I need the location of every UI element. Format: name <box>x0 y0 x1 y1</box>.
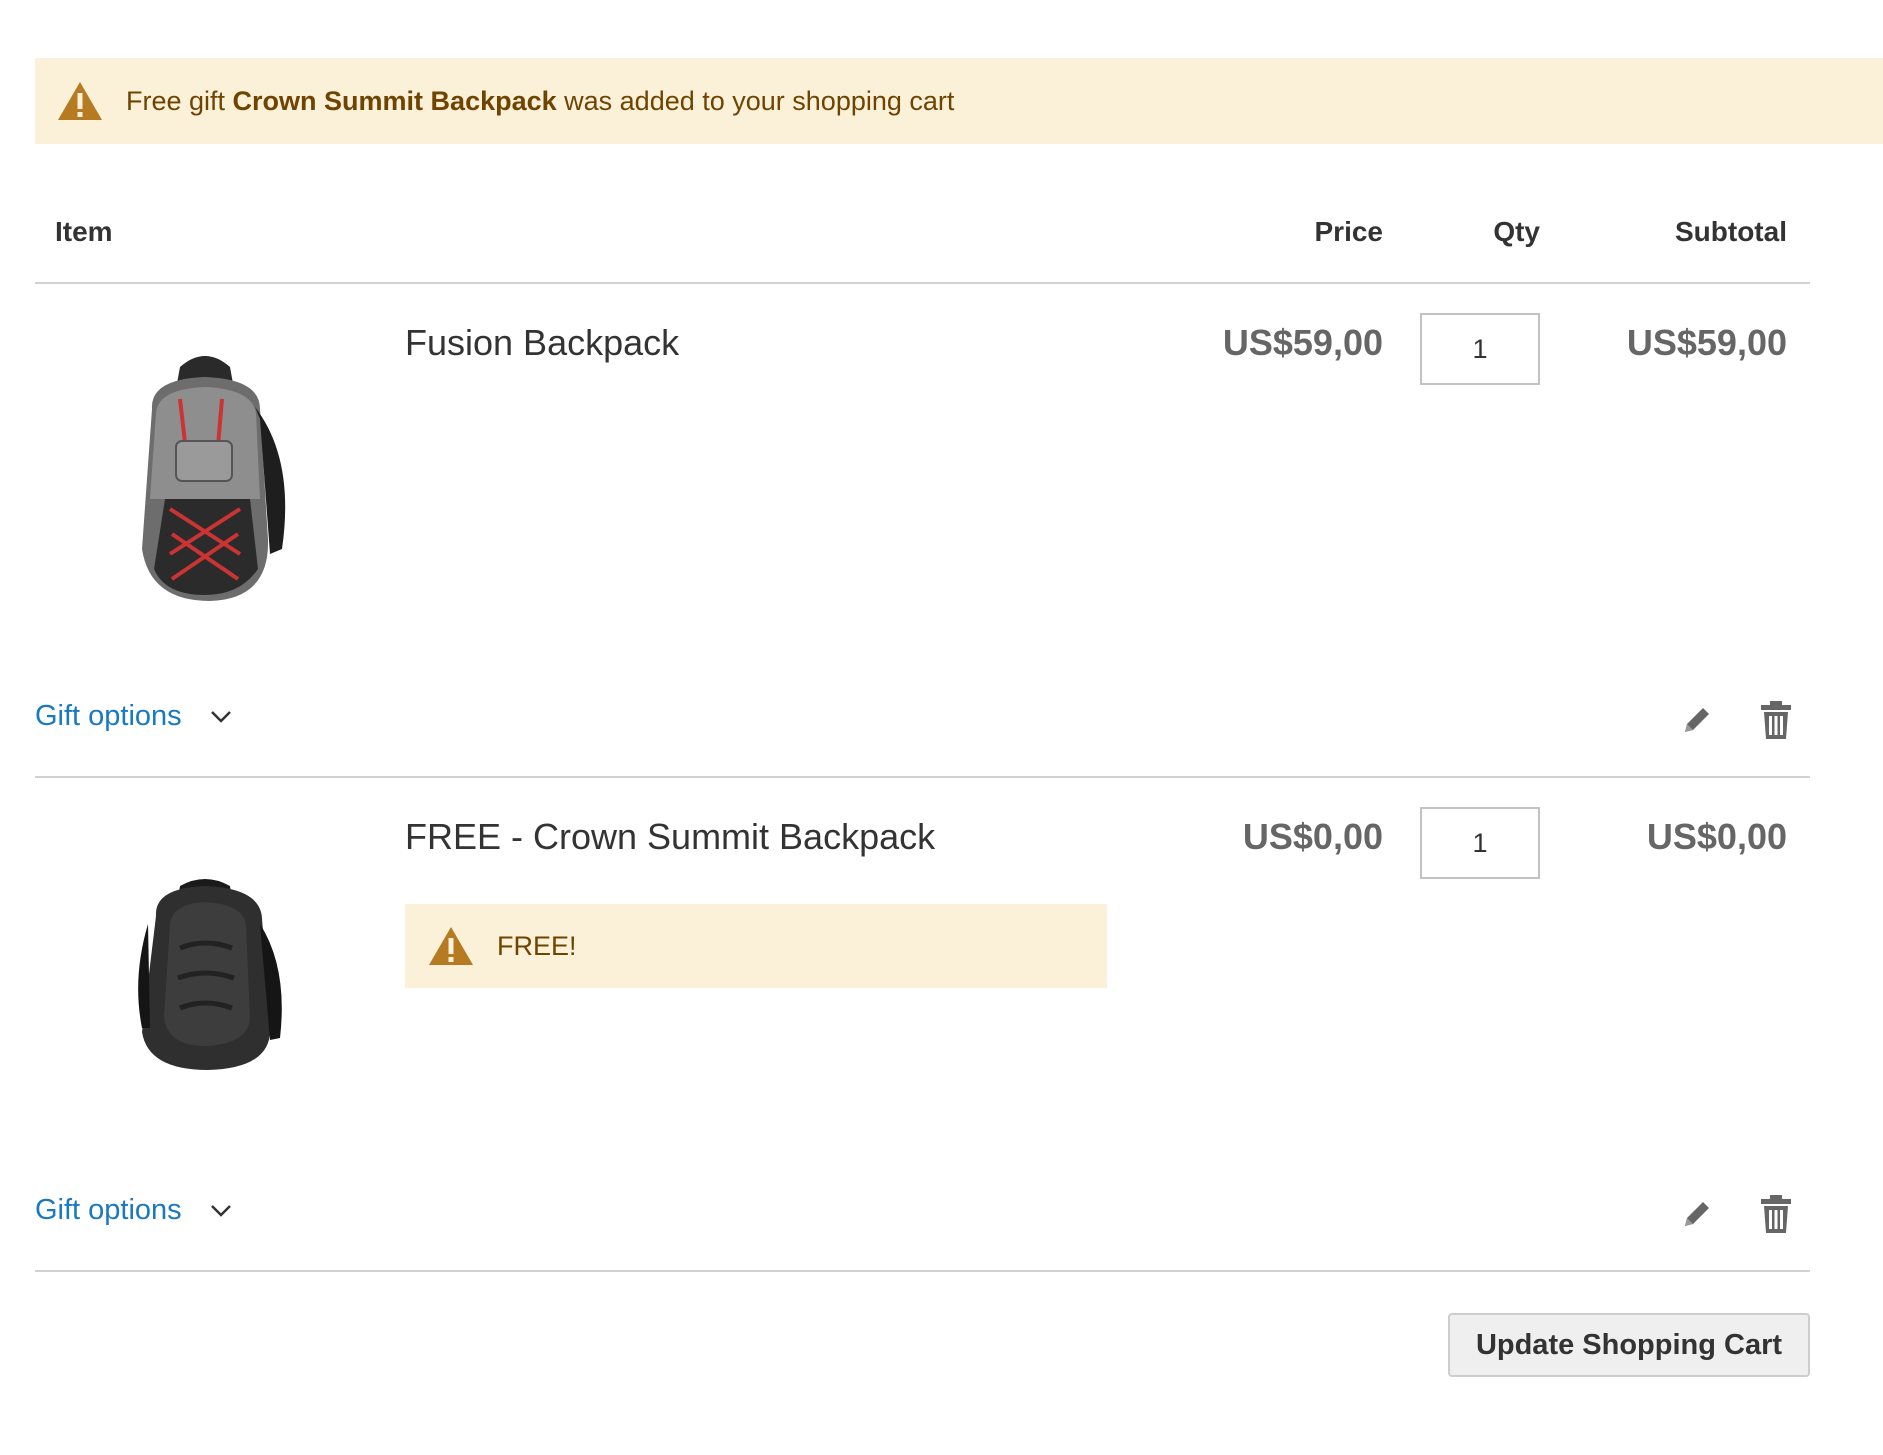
qty-input[interactable] <box>1420 313 1540 385</box>
cart-item-row: FREE - Crown Summit Backpack US$0,00 US$… <box>35 778 1810 1272</box>
gift-options-label: Gift options <box>35 1194 182 1226</box>
product-name[interactable]: Fusion Backpack <box>405 322 679 364</box>
edit-pencil-icon[interactable] <box>1679 702 1715 738</box>
cart-item-row: Fusion Backpack US$59,00 US$59,00 Gift o… <box>35 284 1810 778</box>
header-item: Item <box>55 216 113 247</box>
notice-product-name: Crown Summit Backpack <box>232 85 557 116</box>
item-actions: Gift options <box>35 1186 1810 1246</box>
free-item-message: FREE! <box>497 930 577 961</box>
product-image[interactable] <box>85 808 325 1138</box>
free-gift-notice: Free gift Crown Summit Backpack was adde… <box>35 58 1883 144</box>
warning-icon <box>429 927 473 965</box>
grey-backpack-image <box>142 356 286 601</box>
header-price: Price <box>1314 216 1384 247</box>
gift-options-label: Gift options <box>35 700 182 732</box>
notice-suffix: was added to your shopping cart <box>556 85 955 116</box>
update-shopping-cart-button[interactable]: Update Shopping Cart <box>1448 1313 1810 1377</box>
trash-icon[interactable] <box>1760 1194 1792 1234</box>
gift-options-toggle[interactable]: Gift options <box>35 700 232 733</box>
item-price: US$0,00 <box>1242 816 1383 857</box>
edit-pencil-icon[interactable] <box>1679 1196 1715 1232</box>
free-item-notice: FREE! <box>405 904 1107 988</box>
product-name[interactable]: FREE - Crown Summit Backpack <box>405 816 935 858</box>
item-subtotal: US$59,00 <box>1626 322 1787 363</box>
chevron-down-icon <box>210 710 231 723</box>
qty-input[interactable] <box>1420 807 1540 879</box>
black-backpack-image <box>138 879 282 1070</box>
trash-icon[interactable] <box>1760 700 1792 740</box>
chevron-down-icon <box>210 1204 231 1217</box>
gift-options-toggle[interactable]: Gift options <box>35 1194 232 1227</box>
warning-icon <box>58 82 102 120</box>
cart-table-header: Item Price Qty Subtotal <box>35 200 1810 284</box>
item-subtotal: US$0,00 <box>1646 816 1787 857</box>
item-actions: Gift options <box>35 692 1810 752</box>
notice-prefix: Free gift <box>126 85 233 116</box>
product-image[interactable] <box>85 314 325 644</box>
header-subtotal: Subtotal <box>1675 216 1787 247</box>
header-qty: Qty <box>1493 216 1540 247</box>
item-price: US$59,00 <box>1222 322 1383 363</box>
notice-message: Free gift Crown Summit Backpack was adde… <box>126 86 954 117</box>
row-divider <box>35 1270 1810 1272</box>
